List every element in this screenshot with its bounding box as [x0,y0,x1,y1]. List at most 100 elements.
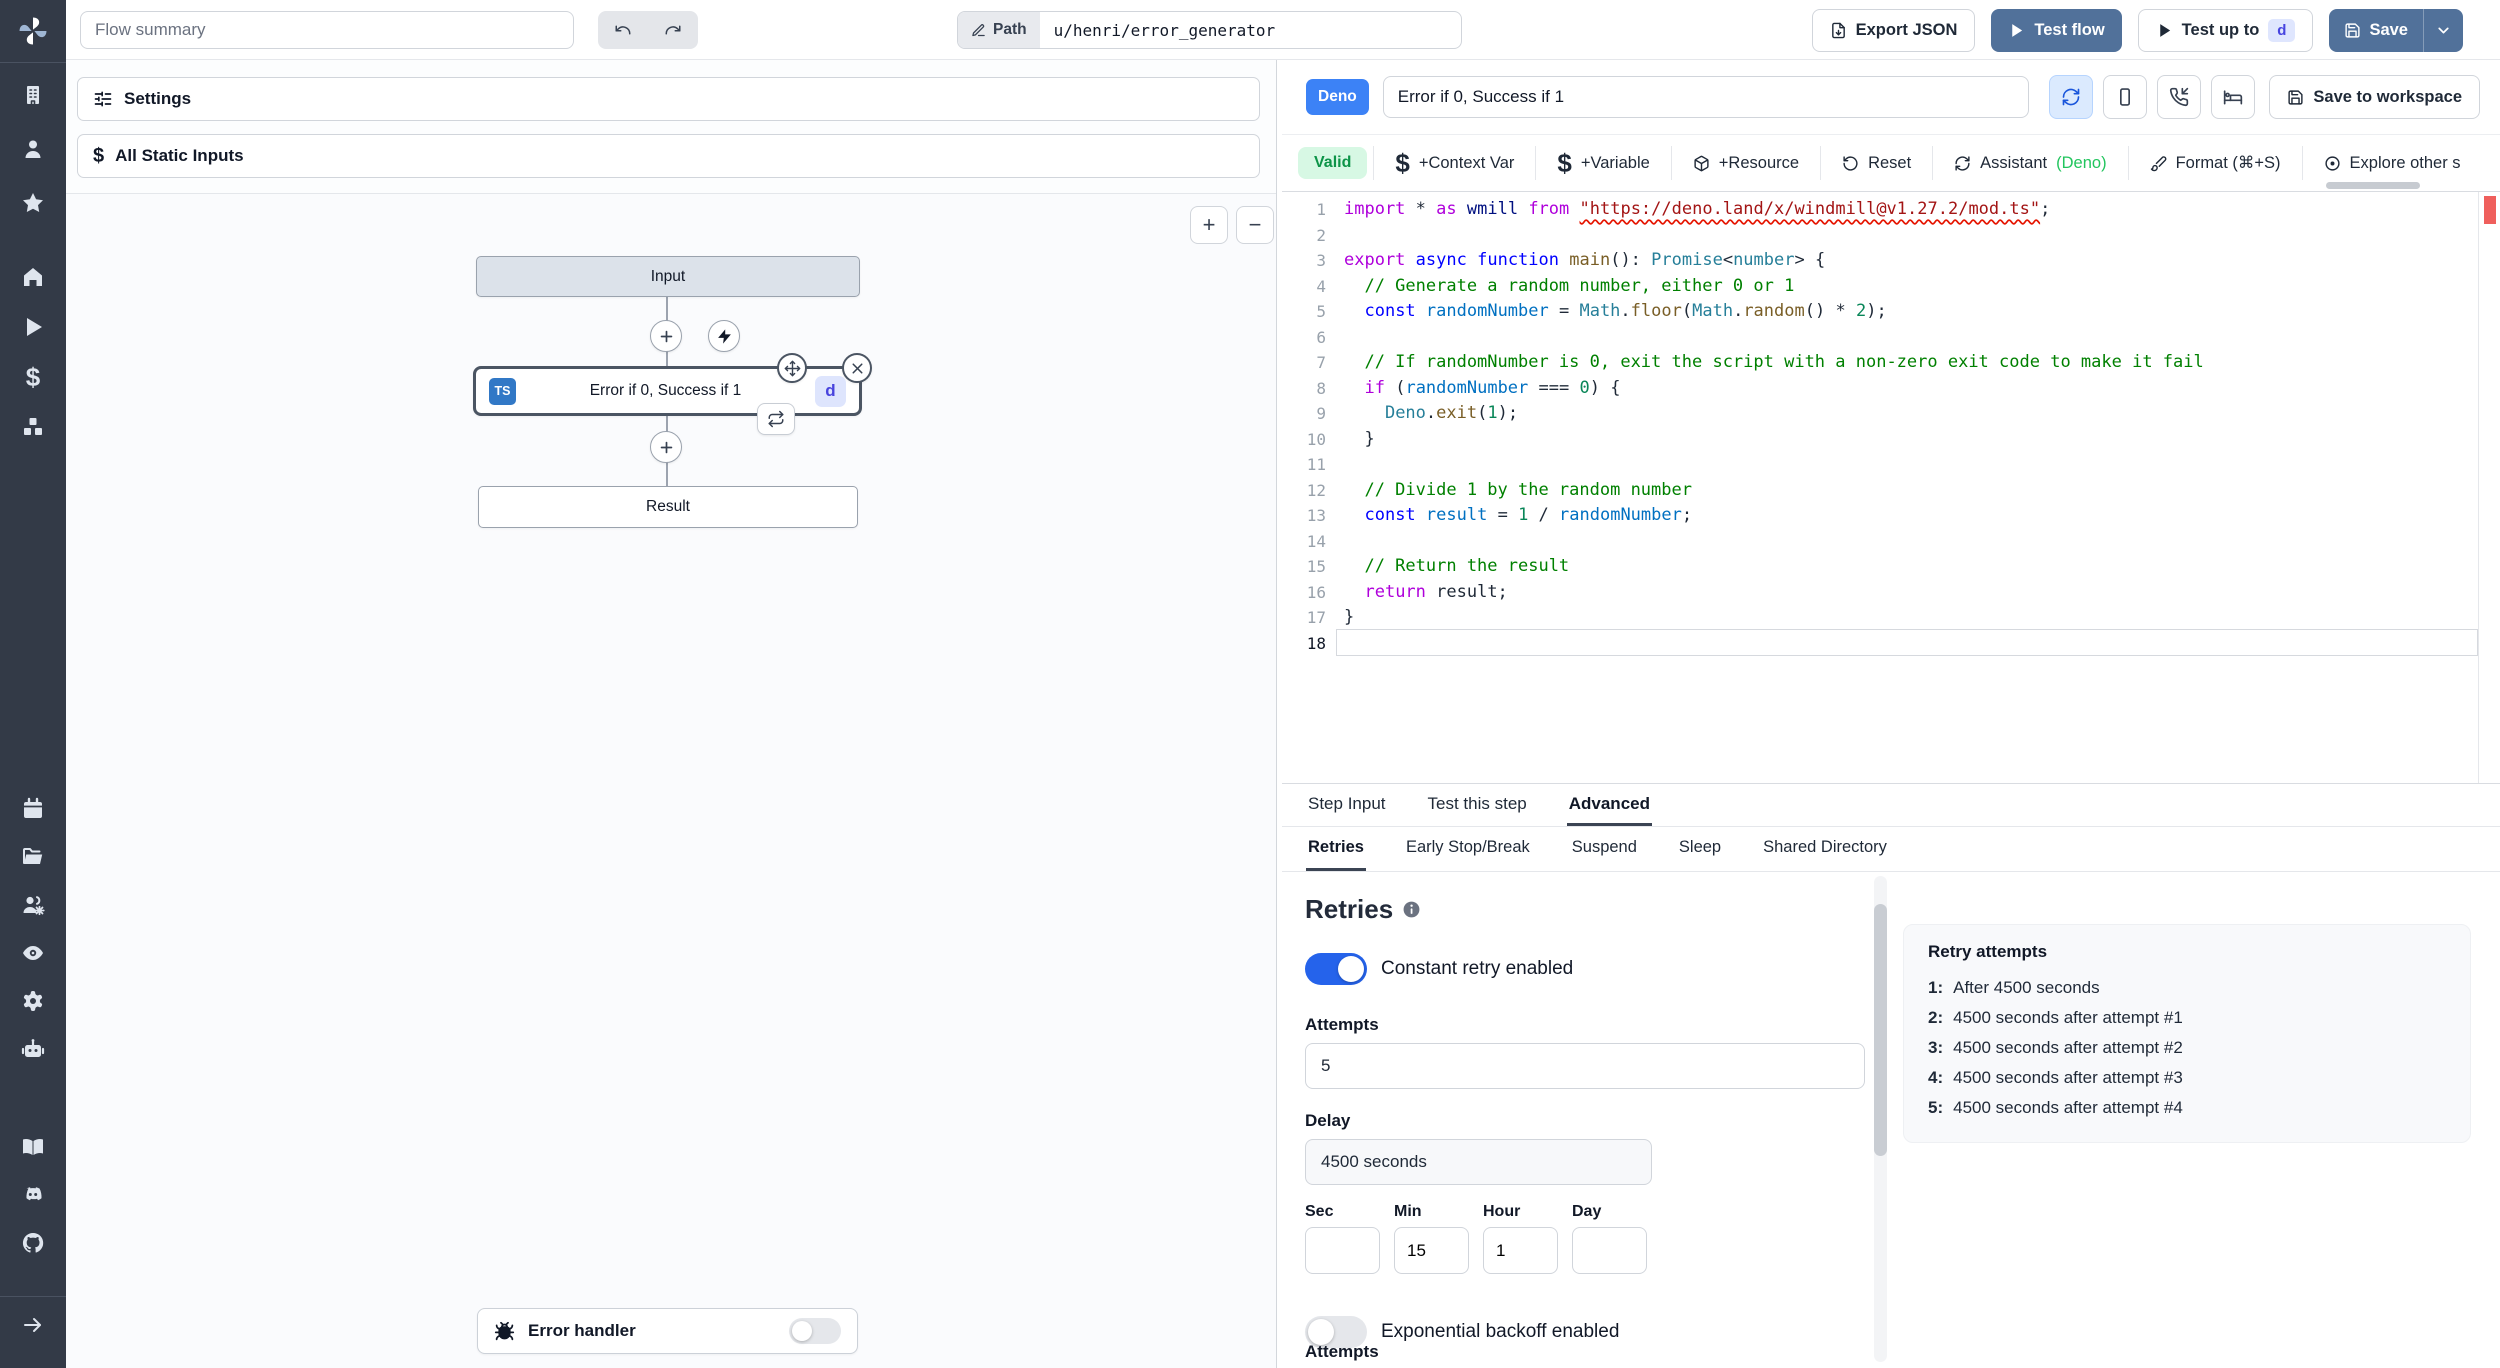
attempts-input[interactable] [1305,1043,1865,1089]
phone-incoming-button[interactable] [2157,75,2202,119]
calendar-icon[interactable] [20,796,46,822]
toolbar--context-var[interactable]: $ +Context Var [1373,146,1535,180]
boxes-icon[interactable] [20,414,46,440]
test-up-to-button[interactable]: Test up to d [2137,9,2314,52]
retry-attempt-item: 5: 4500 seconds after attempt #4 [1928,1098,2183,1117]
retry-attempt-item: 1: After 4500 seconds [1928,978,2100,997]
path-control[interactable]: Path u/henri/error_generator [957,11,1462,49]
unit-label: Day [1572,1203,1602,1220]
save-split-button: Save [2329,9,2463,52]
trigger-button[interactable] [708,320,740,352]
line-number: 2 [1316,225,1326,245]
book-open-icon[interactable] [20,1134,46,1160]
arrow-right-icon[interactable] [20,1312,46,1338]
toolbar--variable[interactable]: $ +Variable [1535,146,1670,180]
step-node-label: Error if 0, Success if 1 [589,382,742,399]
line-number: 16 [1306,582,1326,602]
flow-canvas[interactable]: + − Input TS Error if 0, Success if 1 d [66,193,1276,1368]
home-icon[interactable] [20,264,46,290]
redo-button[interactable] [648,11,698,49]
sec-input[interactable] [1305,1227,1380,1274]
windmill-logo-icon[interactable] [0,12,66,50]
subtab-suspend[interactable]: Suspend [1570,827,1639,871]
dollar-icon[interactable]: $ [20,362,46,392]
subtab-early-stop-break[interactable]: Early Stop/Break [1404,827,1532,871]
retry-attempt-item: 3: 4500 seconds after attempt #2 [1928,1038,2183,1057]
save-to-workspace-button[interactable]: Save to workspace [2269,75,2480,119]
line-number: 11 [1306,455,1326,474]
save-icon [2288,89,2304,105]
star-icon[interactable] [20,190,46,216]
smartphone-button[interactable] [2103,75,2148,119]
play-icon[interactable] [20,314,46,340]
step-id-badge: d [814,375,846,407]
toolbar-assistant[interactable]: Assistant (Deno) [1932,146,2127,180]
test-flow-button[interactable]: Test flow [1991,9,2122,52]
bot-icon[interactable] [20,1036,46,1062]
hour-input[interactable] [1483,1227,1558,1274]
line-number: 12 [1306,480,1326,500]
error-handler-toggle[interactable] [789,1318,841,1344]
line-number: 5 [1316,302,1326,321]
path-label: Path [958,12,1040,48]
tab-step-input[interactable]: Step Input [1306,784,1388,826]
code-line: if (randomNumber === 0) { [1364,377,1621,398]
undo-button[interactable] [598,11,648,49]
users-gear-icon[interactable] [20,892,46,918]
result-node[interactable]: Result [478,486,858,528]
flow-summary-input[interactable] [80,11,574,49]
plus-icon [660,441,672,453]
retry-indicator-button[interactable] [757,403,795,435]
constant-retry-toggle[interactable] [1305,953,1367,985]
refresh-cw-button[interactable] [2049,75,2094,119]
delay-unit-min: Min [1394,1203,1469,1274]
delete-step-button[interactable] [842,353,872,383]
day-input[interactable] [1572,1227,1647,1274]
line-number: 10 [1306,429,1326,449]
line-number: 3 [1316,251,1326,270]
code-line: const randomNumber = Math.floor(Math.ran… [1364,301,1887,321]
bolt-icon [717,328,731,344]
insert-step-button[interactable] [650,431,682,463]
insert-step-button[interactable] [650,320,682,352]
code-line: // Return the result [1344,556,1570,576]
min-input[interactable] [1394,1227,1469,1274]
subtab-sleep[interactable]: Sleep [1677,827,1723,871]
error-handler-card[interactable]: Error handler [477,1308,858,1354]
input-node[interactable]: Input [476,256,860,297]
eye-icon[interactable] [20,940,46,966]
save-button[interactable]: Save [2329,9,2423,52]
typescript-badge: TS [489,377,516,405]
delay-label: Delay [1305,1111,1351,1130]
toolbar-explore-other-s[interactable]: Explore other s [2301,146,2482,180]
tab-advanced[interactable]: Advanced [1566,784,1652,826]
building-icon[interactable] [20,82,46,108]
toolbar-format-s-[interactable]: Format (⌘+S) [2127,146,2302,180]
line-number: 7 [1316,353,1326,372]
folder-open-icon[interactable] [20,844,46,870]
subtab-shared-directory[interactable]: Shared Directory [1761,827,1889,871]
save-menu-button[interactable] [2424,9,2463,52]
github-icon[interactable] [20,1230,46,1256]
step-editor-panel: Deno Save to workspace Valid $+Context V… [1282,60,2500,1368]
toolbar-horizontal-scrollbar[interactable] [2326,182,2420,189]
export-json-button[interactable]: Export JSON [1811,9,1976,52]
vertical-scrollbar-thumb[interactable] [1874,904,1887,1156]
toolbar--resource[interactable]: +Resource [1670,146,1820,180]
move-step-button[interactable] [777,353,807,383]
discord-icon[interactable] [20,1182,46,1208]
subtab-retries[interactable]: Retries [1306,827,1366,871]
code-editor[interactable]: 1 2 3 4 5 6 7 8 9 10 11 12 13 14 15 16 17 18 import * as … [1282,192,2500,783]
gear-icon[interactable] [20,988,46,1014]
zoom-in-button[interactable]: + [1190,206,1228,244]
tab-test-this-step[interactable]: Test this step [1426,784,1529,826]
zoom-out-button[interactable]: − [1236,206,1274,244]
toolbar-reset[interactable]: Reset [1820,146,1932,180]
bed-button[interactable] [2211,75,2256,119]
all-static-inputs-bar[interactable]: $ All Static Inputs [77,134,1260,178]
flow-settings-bar[interactable]: Settings [77,77,1260,121]
user-icon[interactable] [20,136,46,162]
step-name-input[interactable] [1382,76,2029,118]
